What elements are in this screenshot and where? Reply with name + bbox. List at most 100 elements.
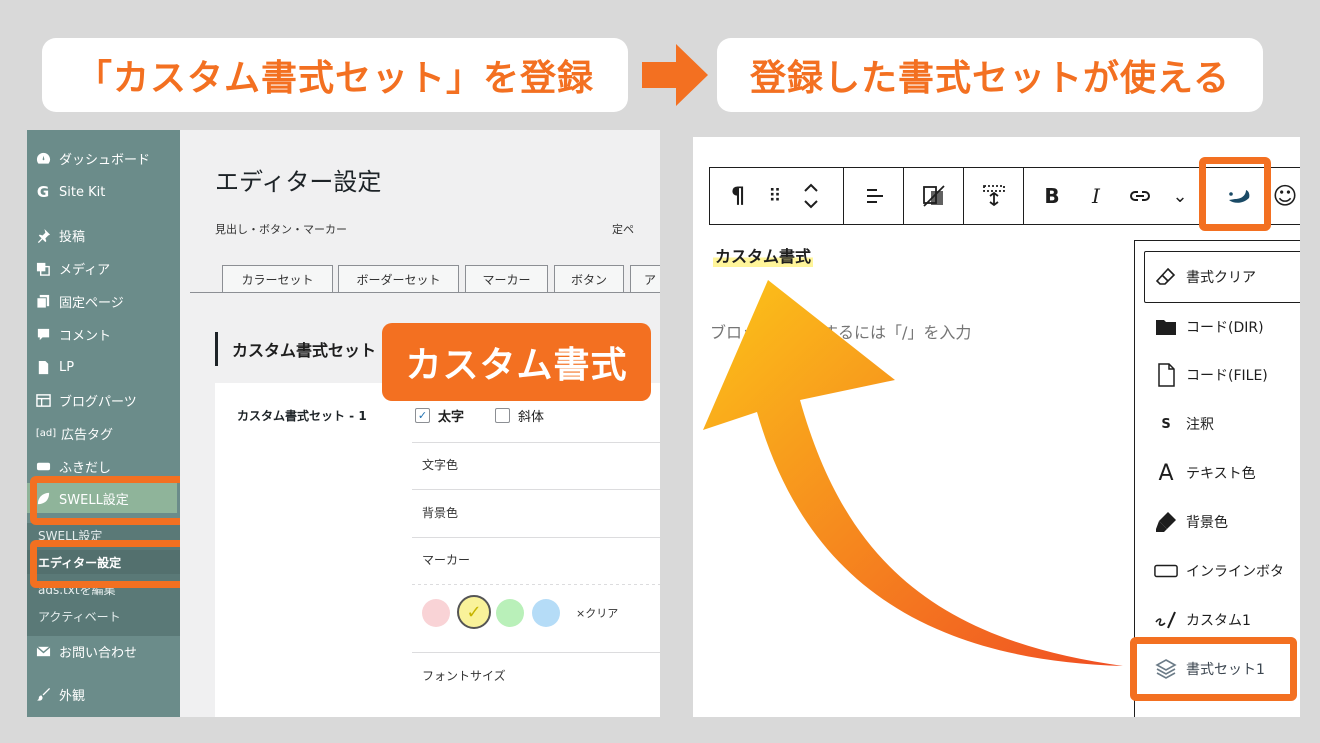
sidebar-item-appearance[interactable]: 外観 bbox=[27, 679, 180, 709]
pin-icon bbox=[35, 227, 51, 243]
chevron-down-icon[interactable]: ⌄ bbox=[1162, 168, 1198, 224]
dropdown-item-annotation[interactable]: S 注釈 bbox=[1135, 400, 1300, 448]
checkbox-box bbox=[495, 408, 510, 423]
dropdown-item-label: テキスト色 bbox=[1186, 466, 1256, 482]
inline-button-icon bbox=[1154, 559, 1178, 583]
media-icon bbox=[35, 260, 51, 276]
eraser-icon bbox=[1154, 265, 1178, 289]
text-color-icon: A bbox=[1158, 460, 1174, 486]
checkbox-label: 太字 bbox=[438, 410, 465, 425]
marker-swatch-yellow[interactable]: ✓ bbox=[457, 595, 491, 629]
field-divider bbox=[412, 652, 660, 653]
google-icon: G bbox=[36, 183, 50, 201]
submenu-item-activate[interactable]: アクティベート bbox=[27, 604, 180, 628]
format-set-row-label: カスタム書式セット - 1 bbox=[237, 409, 367, 423]
checkbox-box: ✓ bbox=[415, 408, 430, 423]
marker-swatch-green[interactable] bbox=[496, 599, 524, 627]
move-up-down-icon[interactable] bbox=[794, 168, 828, 224]
link-icon[interactable] bbox=[1120, 168, 1160, 224]
sidebar-item-blog-parts[interactable]: ブログパーツ bbox=[27, 385, 180, 415]
sidebar-item-dashboard[interactable]: ダッシュボード bbox=[27, 143, 180, 173]
sidebar-item-comments[interactable]: コメント bbox=[27, 319, 180, 349]
marker-swatch-pink[interactable] bbox=[422, 599, 450, 627]
device-visibility-icon[interactable] bbox=[910, 168, 958, 224]
dropdown-item-inline-button[interactable]: インラインボタ bbox=[1135, 547, 1300, 595]
marker-clear-link[interactable]: ×クリア bbox=[576, 605, 618, 621]
sidebar-item-media[interactable]: メディア bbox=[27, 253, 180, 283]
sidebar-item-site-kit[interactable]: G Site Kit bbox=[27, 177, 180, 207]
sidebar-item-pages[interactable]: 固定ページ bbox=[27, 286, 180, 316]
drag-handle-icon[interactable]: ⠿ bbox=[760, 168, 790, 224]
dropdown-item-code-file[interactable]: コード(FILE) bbox=[1135, 351, 1300, 399]
s-icon: S bbox=[1161, 416, 1171, 432]
field-divider bbox=[412, 537, 660, 538]
sidebar-item-lp[interactable]: LP bbox=[27, 352, 180, 382]
dropdown-item-label: インラインボタ bbox=[1186, 564, 1284, 580]
tab-border-set[interactable]: ボーダーセット bbox=[338, 265, 459, 292]
ad-icon: [ad] bbox=[35, 427, 57, 439]
comment-icon bbox=[35, 326, 51, 342]
dropdown-item-code-dir[interactable]: コード(DIR) bbox=[1135, 303, 1300, 351]
wp-sidebar: ダッシュボード G Site Kit 投稿 メディア 固定ページ コメント LP bbox=[27, 130, 187, 717]
dropdown-item-label: 背景色 bbox=[1186, 515, 1228, 531]
highlight-format-set-1 bbox=[1130, 637, 1297, 701]
marker-swatch-blue[interactable] bbox=[532, 599, 560, 627]
highlighter-icon bbox=[1154, 510, 1178, 534]
pages-icon bbox=[35, 293, 51, 309]
arrow-right-icon bbox=[642, 44, 708, 106]
document-icon bbox=[35, 359, 51, 375]
dropdown-item-label: 書式クリア bbox=[1186, 270, 1256, 286]
toolbar-divider bbox=[1023, 168, 1024, 224]
italic-checkbox[interactable]: 斜体 bbox=[495, 406, 544, 425]
highlight-editor-settings bbox=[30, 540, 187, 588]
italic-button[interactable]: I bbox=[1076, 168, 1116, 224]
tab-marker[interactable]: マーカー bbox=[465, 265, 548, 292]
dropdown-item-label: コード(FILE) bbox=[1186, 368, 1268, 384]
page-description-tail: 定ペ bbox=[612, 223, 634, 236]
toolbar-divider bbox=[843, 168, 844, 224]
sidebar-item-label: 固定ページ bbox=[59, 295, 124, 311]
tab-more[interactable]: ア bbox=[630, 265, 660, 292]
check-icon: ✓ bbox=[466, 601, 482, 623]
sidebar-item-contact[interactable]: お問い合わせ bbox=[27, 636, 180, 666]
bold-button[interactable]: B bbox=[1032, 168, 1072, 224]
toolbar-divider bbox=[903, 168, 904, 224]
banner-use-registered-format-set: 登録した書式セットが使える bbox=[717, 38, 1263, 112]
curved-arrow-icon bbox=[703, 280, 1123, 666]
sidebar-item-label: メディア bbox=[59, 262, 111, 278]
sidebar-item-label: 外観 bbox=[59, 688, 86, 704]
text-color-field[interactable]: 文字色 bbox=[422, 456, 660, 473]
tab-color-set[interactable]: カラーセット bbox=[222, 265, 333, 292]
checkbox-label: 斜体 bbox=[518, 410, 545, 425]
sidebar-item-ad-tags[interactable]: [ad] 広告タグ bbox=[27, 418, 180, 448]
font-size-field[interactable]: フォントサイズ bbox=[422, 667, 660, 684]
dropdown-item-background-color[interactable]: 背景色 bbox=[1135, 498, 1300, 546]
section-title: カスタム書式セット bbox=[215, 332, 376, 366]
tabs-divider bbox=[190, 292, 660, 293]
sidebar-item-label: 広告タグ bbox=[61, 427, 114, 443]
mail-icon bbox=[35, 643, 51, 659]
wp-admin-screenshot: ダッシュボード G Site Kit 投稿 メディア 固定ページ コメント LP bbox=[27, 130, 660, 717]
sidebar-item-label: LP bbox=[59, 359, 75, 375]
wp-main-content: エディター設定 見出し・ボタン・マーカー 定ペ カラーセット ボーダーセット マ… bbox=[180, 130, 660, 717]
bold-checkbox[interactable]: ✓ 太字 bbox=[415, 406, 464, 425]
spacing-icon[interactable] bbox=[970, 168, 1018, 224]
background-color-field[interactable]: 背景色 bbox=[422, 504, 660, 521]
align-icon[interactable] bbox=[850, 168, 898, 224]
dashboard-icon bbox=[35, 150, 51, 166]
highlight-swell-format-button bbox=[1199, 157, 1271, 231]
speech-icon bbox=[35, 458, 51, 474]
grid-icon bbox=[35, 392, 51, 408]
dropdown-item-text-color[interactable]: A テキスト色 bbox=[1135, 449, 1300, 497]
paragraph-icon[interactable]: ¶ bbox=[720, 168, 756, 224]
dropdown-item-clear-format[interactable]: 書式クリア bbox=[1135, 253, 1300, 301]
tab-button[interactable]: ボタン bbox=[554, 265, 624, 292]
brush-icon bbox=[35, 686, 51, 702]
sidebar-item-label: ダッシュボード bbox=[59, 152, 151, 168]
sidebar-item-label: Site Kit bbox=[59, 184, 106, 200]
sidebar-item-label: ふきだし bbox=[59, 460, 112, 476]
page-description: 見出し・ボタン・マーカー bbox=[215, 223, 347, 236]
sidebar-item-posts[interactable]: 投稿 bbox=[27, 220, 180, 250]
marker-field[interactable]: マーカー bbox=[422, 551, 660, 568]
editor-sample-text[interactable]: カスタム書式 bbox=[713, 243, 814, 267]
